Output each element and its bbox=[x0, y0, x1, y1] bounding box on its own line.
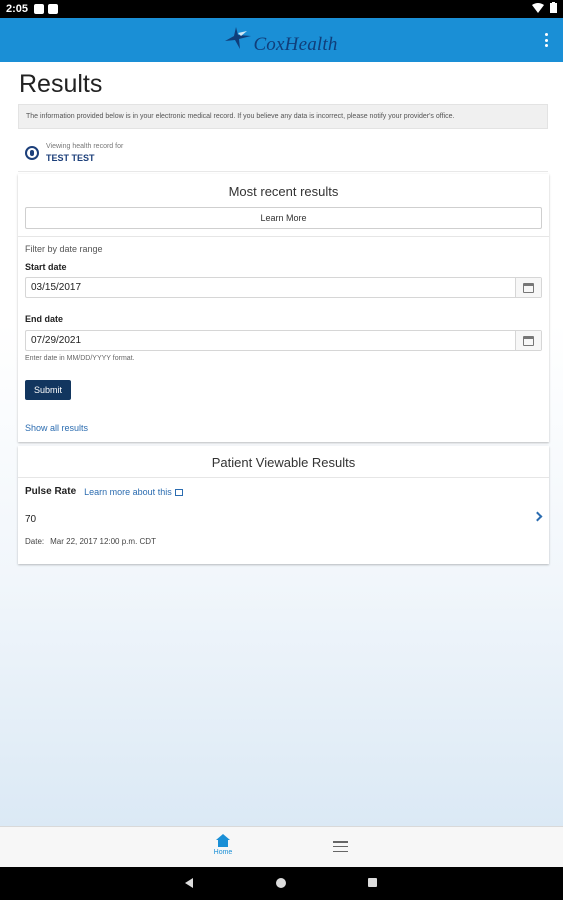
start-date-input[interactable] bbox=[26, 278, 515, 297]
start-date-field bbox=[25, 277, 542, 298]
bottom-nav: Home bbox=[0, 826, 563, 867]
show-all-results-link[interactable]: Show all results bbox=[25, 423, 88, 433]
wifi-icon bbox=[532, 2, 544, 16]
date-label: Date: bbox=[25, 537, 45, 546]
patient-viewable-title: Patient Viewable Results bbox=[211, 455, 356, 470]
status-time: 2:05 bbox=[6, 3, 29, 15]
record-notice: The information provided below is in you… bbox=[18, 104, 548, 129]
android-nav-bar bbox=[0, 867, 563, 900]
home-icon bbox=[216, 834, 230, 847]
divider bbox=[18, 236, 549, 237]
recent-results-card: Most recent results Learn More Filter by… bbox=[18, 174, 549, 442]
notification-icon bbox=[34, 4, 45, 14]
logo-text: CoxHealth bbox=[253, 34, 338, 55]
result-value: 70 bbox=[25, 514, 37, 525]
recent-results-title: Most recent results bbox=[228, 184, 339, 199]
back-icon[interactable] bbox=[185, 878, 193, 888]
end-date-input[interactable] bbox=[26, 331, 515, 350]
nav-home-label: Home bbox=[213, 849, 233, 856]
calendar-icon bbox=[523, 282, 534, 293]
end-date-calendar-button[interactable] bbox=[515, 331, 541, 350]
learn-more-button[interactable]: Learn More bbox=[25, 207, 542, 229]
date-value: Mar 22, 2017 12:00 p.m. CDT bbox=[50, 537, 156, 546]
calendar-icon bbox=[523, 335, 534, 346]
viewing-label: Viewing health record for bbox=[46, 142, 124, 150]
patient-name: TEST TEST bbox=[46, 152, 95, 163]
date-format-hint: Enter date in MM/DD/YYYY format. bbox=[25, 355, 135, 362]
result-date: Date: Mar 22, 2017 12:00 p.m. CDT bbox=[25, 537, 156, 546]
result-header: Pulse Rate Learn more about this bbox=[25, 486, 183, 497]
start-date-label: Start date bbox=[25, 262, 67, 272]
filter-label: Filter by date range bbox=[25, 244, 103, 254]
result-name: Pulse Rate bbox=[25, 486, 77, 497]
status-bar: 2:05 bbox=[0, 0, 563, 18]
submit-button[interactable]: Submit bbox=[25, 380, 71, 400]
start-date-calendar-button[interactable] bbox=[515, 278, 541, 297]
android-home-icon[interactable] bbox=[276, 878, 286, 888]
learn-more-about-label: Learn more about this bbox=[84, 486, 172, 497]
external-link-icon bbox=[174, 488, 183, 496]
battery-icon bbox=[550, 2, 557, 16]
coxhealth-logo: CoxHealth bbox=[225, 24, 337, 56]
divider bbox=[18, 477, 549, 478]
nav-home-button[interactable]: Home bbox=[208, 834, 238, 864]
star-logo-icon bbox=[225, 26, 252, 54]
chevron-right-icon[interactable] bbox=[532, 511, 543, 522]
recent-apps-icon[interactable] bbox=[368, 878, 377, 887]
hamburger-menu-icon[interactable] bbox=[333, 841, 348, 852]
patient-viewable-results-card: Patient Viewable Results Pulse Rate Lear… bbox=[18, 446, 549, 564]
results-page: Results The information provided below i… bbox=[0, 62, 563, 826]
page-title: Results bbox=[19, 70, 103, 98]
sd-card-icon bbox=[48, 4, 59, 14]
learn-more-about-link[interactable]: Learn more about this bbox=[84, 487, 183, 497]
kebab-menu-icon[interactable] bbox=[543, 30, 549, 50]
person-icon bbox=[25, 145, 39, 160]
end-date-field bbox=[25, 330, 542, 351]
viewing-record-banner: Viewing health record for TEST TEST bbox=[18, 134, 548, 172]
app-header: CoxHealth bbox=[0, 18, 563, 62]
end-date-label: End date bbox=[25, 314, 64, 324]
